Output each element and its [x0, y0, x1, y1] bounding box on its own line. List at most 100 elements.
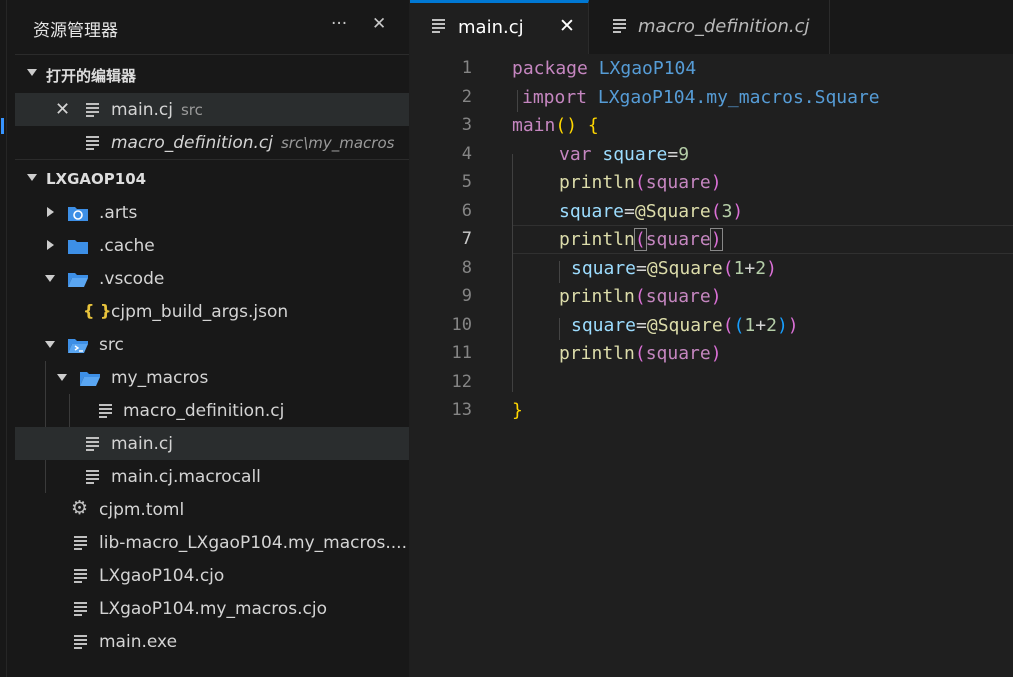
indent-guide [559, 318, 560, 340]
tab-macro-definition[interactable]: macro_definition.cj [589, 0, 830, 54]
code-line: square=@Square((1+2)) [571, 315, 799, 336]
file-tree: .arts .cache .vscode { } cjpm_build_args… [15, 196, 409, 658]
explorer-title: 资源管理器 [33, 21, 118, 41]
more-actions-icon[interactable]: ··· [331, 14, 347, 34]
tree-item-lx-macros-cjo[interactable]: LXgaoP104.my_macros.cjo [15, 592, 409, 625]
code-line: } [512, 400, 523, 421]
tree-item-label: src [99, 335, 124, 355]
line-number: 9 [461, 286, 472, 306]
close-icon[interactable]: ✕ [372, 14, 386, 34]
code-line: package LXgaoP104 [512, 58, 697, 79]
editor-area: main.cj ✕ macro_definition.cj 1 2 3 4 5 … [410, 0, 1013, 677]
line-number: 13 [451, 400, 472, 420]
code-line: println(square) [559, 343, 722, 364]
tree-item-main-cj[interactable]: main.cj [15, 427, 409, 460]
line-number: 6 [461, 201, 472, 221]
open-editors-label: 打开的编辑器 [46, 67, 137, 85]
open-editor-item-macro-definition[interactable]: macro_definition.cj src\my_macros [15, 126, 409, 159]
code-line: println(square) [559, 228, 723, 251]
file-lines-icon [432, 19, 445, 33]
tree-item-my-macros[interactable]: my_macros [15, 361, 409, 394]
code-line: println(square) [559, 172, 722, 193]
open-editor-label: macro_definition.cj src\my_macros [111, 133, 395, 153]
indent-guide [559, 261, 560, 283]
tree-item-macro-definition[interactable]: macro_definition.cj [15, 394, 409, 427]
tree-item-lx-cjo[interactable]: LXgaoP104.cjo [15, 559, 409, 592]
line-number: 7 [461, 229, 472, 249]
line-number: 10 [451, 315, 472, 335]
chevron-down-icon [57, 374, 67, 381]
line-number: 3 [461, 115, 472, 135]
explorer-header: 资源管理器 ··· ✕ [15, 0, 409, 54]
gear-icon: ⚙ [71, 497, 89, 519]
tree-item-label: my_macros [111, 368, 209, 388]
tree-item-label: cjpm.toml [99, 500, 185, 520]
tree-item-label: LXgaoP104.cjo [99, 566, 225, 586]
tree-item-label: main.cj [111, 434, 173, 454]
tree-item-arts[interactable]: .arts [15, 196, 409, 229]
open-editors-section-header[interactable]: 打开的编辑器 [15, 54, 409, 93]
indent-guide [512, 154, 513, 392]
file-lines-icon [74, 536, 87, 550]
tree-item-label: main.exe [99, 632, 178, 652]
tree-item-label: macro_definition.cj [123, 401, 285, 421]
file-lines-icon [86, 437, 99, 451]
tab-bar: main.cj ✕ macro_definition.cj [410, 0, 1013, 54]
file-lines-icon [86, 103, 99, 117]
tree-item-lib-macro[interactable]: lib-macro_LXgaoP104.my_macros.... [15, 526, 409, 559]
line-number: 4 [461, 144, 472, 164]
tree-item-main-exe[interactable]: main.exe [15, 625, 409, 658]
code-line: println(square) [559, 286, 722, 307]
tree-item-cache[interactable]: .cache [15, 229, 409, 262]
code-line: var square=9 [559, 144, 690, 165]
file-lines-icon [74, 602, 87, 616]
tree-item-src[interactable]: src [15, 328, 409, 361]
line-number: 1 [461, 58, 472, 78]
file-lines-icon [613, 19, 626, 33]
tree-item-cjpm-toml[interactable]: ⚙ cjpm.toml [15, 493, 409, 526]
chevron-right-icon [47, 240, 54, 250]
code-line: square=@Square(1+2) [571, 258, 777, 279]
chevron-down-icon [27, 174, 37, 181]
tree-item-label: main.cj.macrocall [111, 467, 261, 487]
activity-active-indicator [1, 118, 4, 134]
tab-label: macro_definition.cj [638, 16, 810, 37]
line-number: 2 [461, 87, 472, 107]
project-label: LXGAOP104 [46, 170, 147, 188]
open-editor-item-main[interactable]: ✕ main.cj src [15, 93, 409, 126]
line-number: 5 [461, 172, 472, 192]
tree-item-label: LXgaoP104.my_macros.cjo [99, 599, 328, 619]
project-section-header[interactable]: LXGAOP104 [15, 159, 409, 196]
chevron-down-icon [27, 69, 37, 76]
explorer-sidebar: 资源管理器 ··· ✕ 打开的编辑器 ✕ main.cj src macro_de… [15, 0, 409, 677]
code-line: square=@Square(3) [559, 201, 744, 222]
tab-main-cj[interactable]: main.cj ✕ [410, 0, 589, 54]
line-number: 11 [451, 343, 472, 363]
tree-item-cjpm-build-args[interactable]: { } cjpm_build_args.json [15, 295, 409, 328]
activity-separator [6, 0, 7, 677]
code-editor[interactable]: 1 2 3 4 5 6 7 8 9 10 11 12 13 package LX… [410, 54, 1013, 677]
tree-item-label: lib-macro_LXgaoP104.my_macros.... [99, 533, 407, 553]
code-line: main() { [512, 115, 599, 136]
folder-src-icon [68, 339, 88, 353]
tree-item-main-macrocall[interactable]: main.cj.macrocall [15, 460, 409, 493]
folder-open-icon [68, 273, 88, 287]
chevron-down-icon [45, 275, 55, 282]
line-number: 12 [451, 372, 472, 392]
file-lines-icon [74, 635, 87, 649]
tree-item-label: .vscode [99, 269, 165, 289]
tree-item-vscode[interactable]: .vscode [15, 262, 409, 295]
close-editor-icon[interactable]: ✕ [55, 99, 70, 120]
json-braces-icon: { } [83, 301, 112, 320]
tree-item-label: .cache [99, 236, 155, 256]
folder-open-icon [80, 372, 100, 386]
file-lines-icon [86, 470, 99, 484]
file-lines-icon [99, 404, 112, 418]
indent-guide [517, 90, 518, 112]
close-tab-icon[interactable]: ✕ [559, 15, 575, 37]
file-lines-icon [74, 569, 87, 583]
tree-item-label: .arts [99, 203, 138, 223]
line-number: 8 [461, 258, 472, 278]
file-lines-icon [86, 136, 99, 150]
chevron-down-icon [45, 341, 55, 348]
